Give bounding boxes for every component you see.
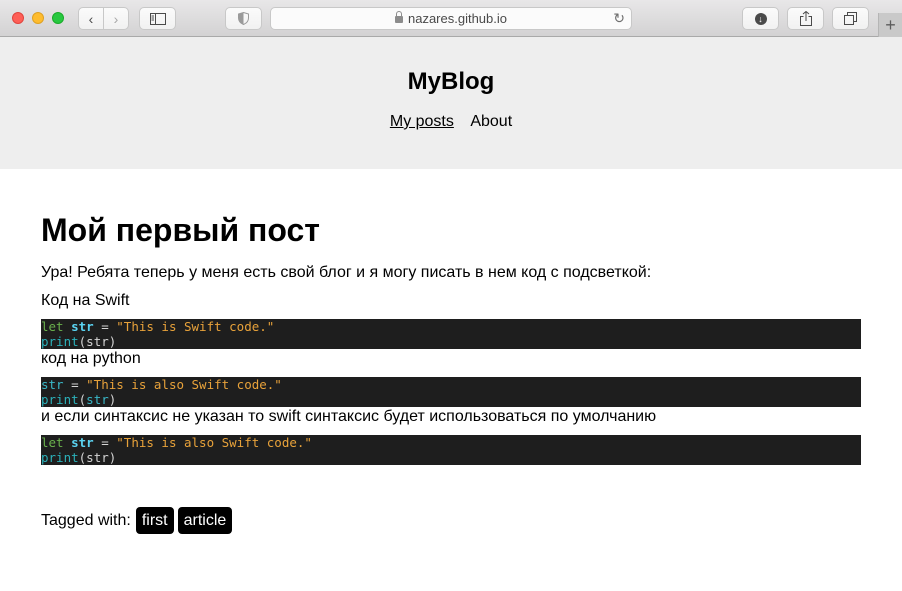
tabs-overview-icon bbox=[844, 12, 857, 25]
tab-overview-button[interactable] bbox=[832, 7, 869, 30]
code-function: print bbox=[41, 334, 79, 349]
nav-my-posts[interactable]: My posts bbox=[390, 113, 454, 130]
code-operator: = bbox=[93, 435, 117, 450]
address-bar[interactable]: nazares.github.io ↻ bbox=[270, 7, 632, 30]
share-icon bbox=[799, 11, 812, 26]
privacy-report-button[interactable] bbox=[225, 7, 262, 30]
close-window-button[interactable] bbox=[12, 12, 24, 24]
code-keyword: let bbox=[41, 319, 64, 334]
code-string: "This is Swift code." bbox=[116, 319, 275, 334]
minimize-window-button[interactable] bbox=[32, 12, 44, 24]
code-variable: str bbox=[41, 377, 64, 392]
fullscreen-window-button[interactable] bbox=[52, 12, 64, 24]
code-args: (str) bbox=[78, 450, 117, 465]
site-header: MyBlog My posts About bbox=[0, 37, 902, 169]
site-nav: My posts About bbox=[0, 113, 902, 131]
lock-icon bbox=[394, 11, 403, 23]
site-title[interactable]: MyBlog bbox=[0, 67, 902, 97]
code-keyword: let bbox=[41, 435, 64, 450]
tags-label: Tagged with: bbox=[41, 511, 131, 529]
code-arg: str bbox=[86, 392, 109, 407]
code-args: (str) bbox=[78, 334, 117, 349]
back-icon: ‹ bbox=[88, 10, 94, 27]
new-tab-icon: + bbox=[885, 14, 896, 35]
shield-icon bbox=[238, 12, 249, 25]
code-string: "This is also Swift code." bbox=[86, 377, 282, 392]
code-variable: str bbox=[71, 319, 94, 334]
downloads-button[interactable]: ↓ bbox=[742, 7, 779, 30]
code-operator: = bbox=[93, 319, 117, 334]
reload-icon[interactable]: ↻ bbox=[613, 10, 625, 27]
url-text: nazares.github.io bbox=[407, 11, 507, 26]
code-variable: str bbox=[71, 435, 94, 450]
browser-toolbar: ‹ › nazares.github.io ↻ ↓ + bbox=[0, 0, 902, 37]
post-title: Мой первый пост bbox=[41, 212, 320, 248]
code-block-swift: let str = "This is Swift code." print(st… bbox=[41, 319, 861, 349]
code-string: "This is also Swift code." bbox=[116, 435, 312, 450]
default-syntax-note: и если синтаксис не указан то swift синт… bbox=[41, 408, 657, 425]
post-intro: Ура! Ребята теперь у меня есть свой блог… bbox=[41, 264, 652, 281]
forward-button[interactable]: › bbox=[103, 7, 129, 30]
code-paren-close: ) bbox=[108, 392, 117, 407]
code-block-python: str = "This is also Swift code." print(s… bbox=[41, 377, 861, 407]
code-operator: = bbox=[63, 377, 87, 392]
code-block-default: let str = "This is also Swift code." pri… bbox=[41, 435, 861, 465]
sidebar-icon bbox=[149, 12, 166, 25]
python-label: код на python bbox=[41, 350, 141, 367]
swift-label: Код на Swift bbox=[41, 292, 130, 309]
back-button[interactable]: ‹ bbox=[78, 7, 104, 30]
code-function: print bbox=[41, 392, 79, 407]
code-function: print bbox=[41, 450, 79, 465]
sidebar-toggle-button[interactable] bbox=[139, 7, 176, 30]
post-tags: Tagged with: first article bbox=[41, 507, 861, 534]
post-content: Мой первый пост Ура! Ребята теперь у мен… bbox=[0, 212, 902, 534]
nav-about[interactable]: About bbox=[470, 113, 512, 130]
new-tab-button[interactable]: + bbox=[878, 13, 902, 37]
tag-article[interactable]: article bbox=[177, 507, 233, 534]
tag-first[interactable]: first bbox=[135, 507, 174, 534]
share-button[interactable] bbox=[787, 7, 824, 30]
download-icon: ↓ bbox=[754, 12, 767, 25]
forward-icon: › bbox=[113, 10, 119, 27]
